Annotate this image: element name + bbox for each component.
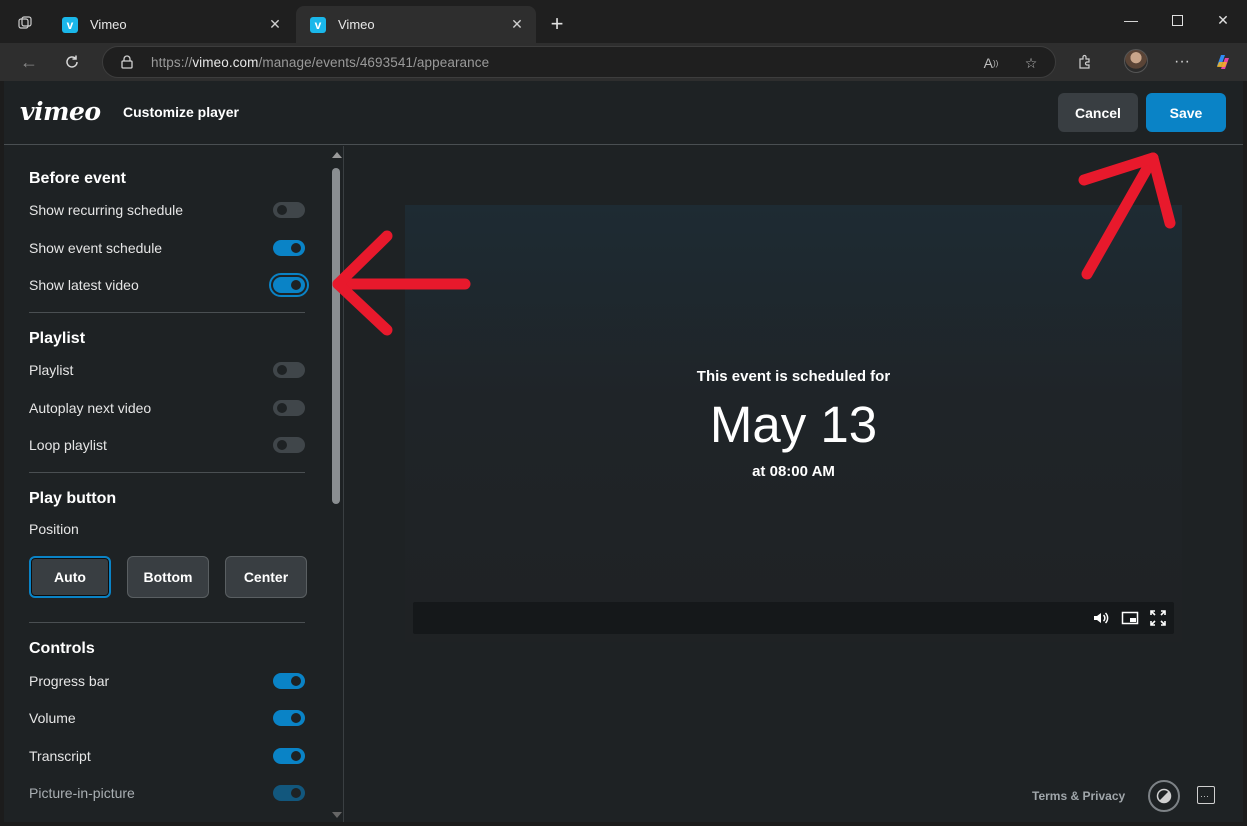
- close-window-icon[interactable]: ✕: [1200, 0, 1246, 40]
- setting-label: Playlist: [29, 362, 74, 378]
- setting-label: Picture-in-picture: [29, 785, 135, 801]
- browser-tab-2[interactable]: v Vimeo ✕: [296, 6, 536, 43]
- setting-show-recurring-schedule: Show recurring schedule: [29, 199, 305, 221]
- scheduled-prefix-text: This event is scheduled for: [696, 368, 891, 385]
- picture-in-picture-toggle[interactable]: [273, 785, 305, 801]
- setting-show-event-schedule: Show event schedule: [29, 237, 305, 259]
- copilot-icon[interactable]: [1211, 51, 1235, 73]
- theme-toggle-icon[interactable]: [1148, 780, 1180, 812]
- setting-label: Loop playlist: [29, 437, 107, 453]
- setting-label: Volume: [29, 710, 76, 726]
- browser-tab-bar: v Vimeo ✕ v Vimeo ✕ + — ✕: [0, 0, 1247, 43]
- scroll-down-icon[interactable]: [332, 812, 342, 818]
- url-text: https://vimeo.com/manage/events/4693541/…: [151, 54, 490, 70]
- setting-loop-playlist: Loop playlist: [29, 434, 305, 456]
- setting-autoplay-next-video: Autoplay next video: [29, 397, 305, 419]
- favorite-star-icon[interactable]: ☆: [1021, 53, 1041, 73]
- lock-icon[interactable]: [119, 54, 135, 70]
- minimize-icon[interactable]: —: [1108, 0, 1154, 40]
- fullscreen-icon[interactable]: [1148, 608, 1168, 628]
- autoplay-next-video-toggle[interactable]: [273, 400, 305, 416]
- setting-progress-bar: Progress bar: [29, 670, 305, 692]
- position-bottom-button[interactable]: Bottom: [127, 556, 209, 598]
- vimeo-logo[interactable]: vimeo: [20, 97, 101, 126]
- player-control-bar: [413, 602, 1174, 634]
- setting-transcript: Transcript: [29, 745, 305, 767]
- new-tab-icon[interactable]: +: [544, 11, 570, 36]
- sidebar-scrollbar[interactable]: [330, 148, 342, 820]
- setting-label: Transcript: [29, 748, 91, 764]
- vimeo-favicon-icon: v: [62, 16, 78, 33]
- browser-tab-1[interactable]: v Vimeo ✕: [48, 6, 294, 43]
- maximize-icon[interactable]: [1154, 0, 1200, 40]
- back-arrow-icon[interactable]: ←: [15, 49, 43, 75]
- close-tab-icon[interactable]: ✕: [266, 16, 284, 34]
- setting-playlist: Playlist: [29, 359, 305, 381]
- help-chat-icon[interactable]: ···: [1197, 786, 1215, 804]
- setting-volume: Volume: [29, 707, 305, 729]
- show-recurring-schedule-toggle[interactable]: [273, 202, 305, 218]
- setting-label: Show event schedule: [29, 240, 163, 256]
- position-label: Position: [29, 521, 79, 537]
- cancel-button[interactable]: Cancel: [1058, 93, 1138, 132]
- divider: [29, 312, 305, 313]
- more-options-icon[interactable]: ···: [1170, 51, 1194, 73]
- terms-privacy-link[interactable]: Terms & Privacy: [1032, 789, 1125, 803]
- scrollbar-thumb[interactable]: [332, 168, 340, 504]
- save-button[interactable]: Save: [1146, 93, 1226, 132]
- setting-show-latest-video: Show latest video: [29, 273, 309, 297]
- page-title: Customize player: [123, 104, 239, 120]
- vimeo-customize-player-app: vimeo Customize player Cancel Save Befor…: [4, 81, 1243, 822]
- browser-toolbar: ← https://vimeo.com/manage/events/469354…: [0, 43, 1247, 81]
- playlist-toggle[interactable]: [273, 362, 305, 378]
- refresh-icon[interactable]: [58, 49, 86, 75]
- read-aloud-icon[interactable]: A)): [981, 53, 1001, 73]
- settings-sidebar: Before event Show recurring schedule Sho…: [4, 146, 344, 822]
- setting-label: Autoplay next video: [29, 400, 152, 416]
- tab-title: Vimeo: [338, 17, 375, 32]
- show-event-schedule-toggle[interactable]: [273, 240, 305, 256]
- setting-label: Show latest video: [29, 277, 139, 293]
- loop-playlist-toggle[interactable]: [273, 437, 305, 453]
- section-title-before-event: Before event: [29, 170, 126, 187]
- tab-actions-icon[interactable]: [10, 10, 40, 36]
- tab-title: Vimeo: [90, 17, 127, 32]
- divider: [29, 472, 305, 473]
- show-latest-video-toggle[interactable]: [269, 273, 309, 297]
- transcript-toggle[interactable]: [273, 748, 305, 764]
- address-bar[interactable]: https://vimeo.com/manage/events/4693541/…: [102, 46, 1056, 78]
- profile-avatar[interactable]: [1124, 49, 1148, 73]
- close-tab-icon[interactable]: ✕: [508, 16, 526, 34]
- scheduled-date: May 13: [709, 396, 878, 453]
- progress-bar-toggle[interactable]: [273, 673, 305, 689]
- section-title-play-button: Play button: [29, 490, 117, 507]
- setting-label: Progress bar: [29, 673, 110, 689]
- scheduled-time: at 08:00 AM: [752, 463, 835, 480]
- player-preview: This event is scheduled for May 13 at 08…: [405, 205, 1182, 642]
- position-auto-button[interactable]: Auto: [29, 556, 111, 598]
- extensions-icon[interactable]: [1073, 51, 1097, 73]
- volume-icon[interactable]: [1091, 608, 1111, 628]
- section-title-playlist: Playlist: [29, 330, 86, 347]
- setting-label: Show recurring schedule: [29, 202, 184, 218]
- app-header: vimeo Customize player Cancel Save: [4, 81, 1243, 145]
- section-title-controls: Controls: [29, 640, 95, 657]
- position-center-button[interactable]: Center: [225, 556, 307, 598]
- vimeo-favicon-icon: v: [310, 16, 326, 33]
- scroll-up-icon[interactable]: [332, 152, 342, 158]
- picture-in-picture-icon[interactable]: [1120, 608, 1140, 628]
- volume-toggle[interactable]: [273, 710, 305, 726]
- setting-picture-in-picture: Picture-in-picture: [29, 782, 305, 804]
- divider: [29, 622, 305, 623]
